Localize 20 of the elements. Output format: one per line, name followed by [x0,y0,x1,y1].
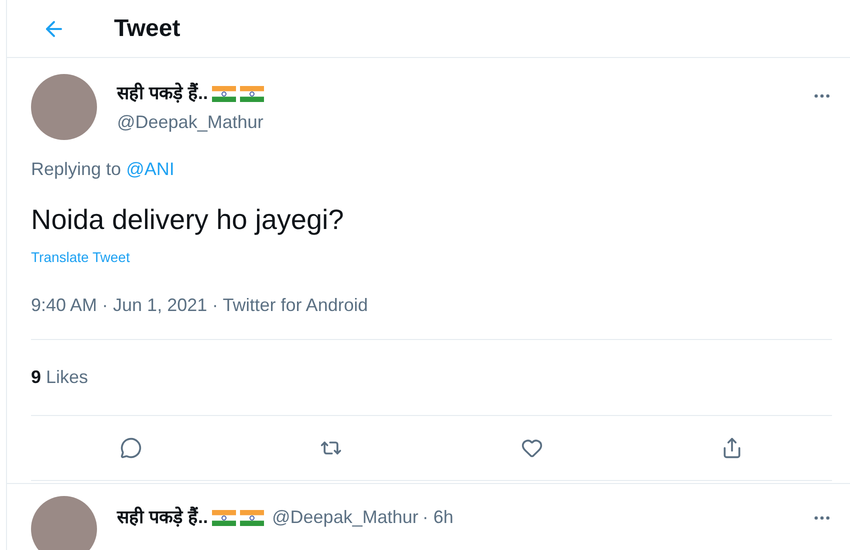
flag-icon [240,86,264,102]
user-handle[interactable]: @Deepak_Mathur [117,109,264,136]
flag-icon [240,510,264,526]
tweet-text: Noida delivery ho jayegi? [31,203,345,237]
tweet-timestamp: 9:40 AM · Jun 1, 2021 · Twitter for Android [31,294,369,317]
like-icon[interactable] [520,437,543,459]
translate-link[interactable]: Translate Tweet [31,247,832,268]
header-title: Tweet [114,14,180,44]
likes-count[interactable]: 9 [31,364,42,391]
mention-link[interactable]: @ANI [126,156,174,183]
flag-icon [212,510,236,526]
likes-label[interactable]: Likes [46,364,88,391]
tweet-time[interactable]: · 6h [422,504,454,531]
replying-label: Replying to [31,158,122,181]
flag-icon [212,86,236,102]
reply-icon[interactable] [120,437,142,459]
display-name[interactable]: सही पकड़े हैं.. [117,80,208,107]
user-handle[interactable]: @Deepak_Mathur [272,504,418,531]
display-name[interactable]: सही पकड़े हैं.. [117,504,208,531]
avatar-photo[interactable] [31,496,97,550]
